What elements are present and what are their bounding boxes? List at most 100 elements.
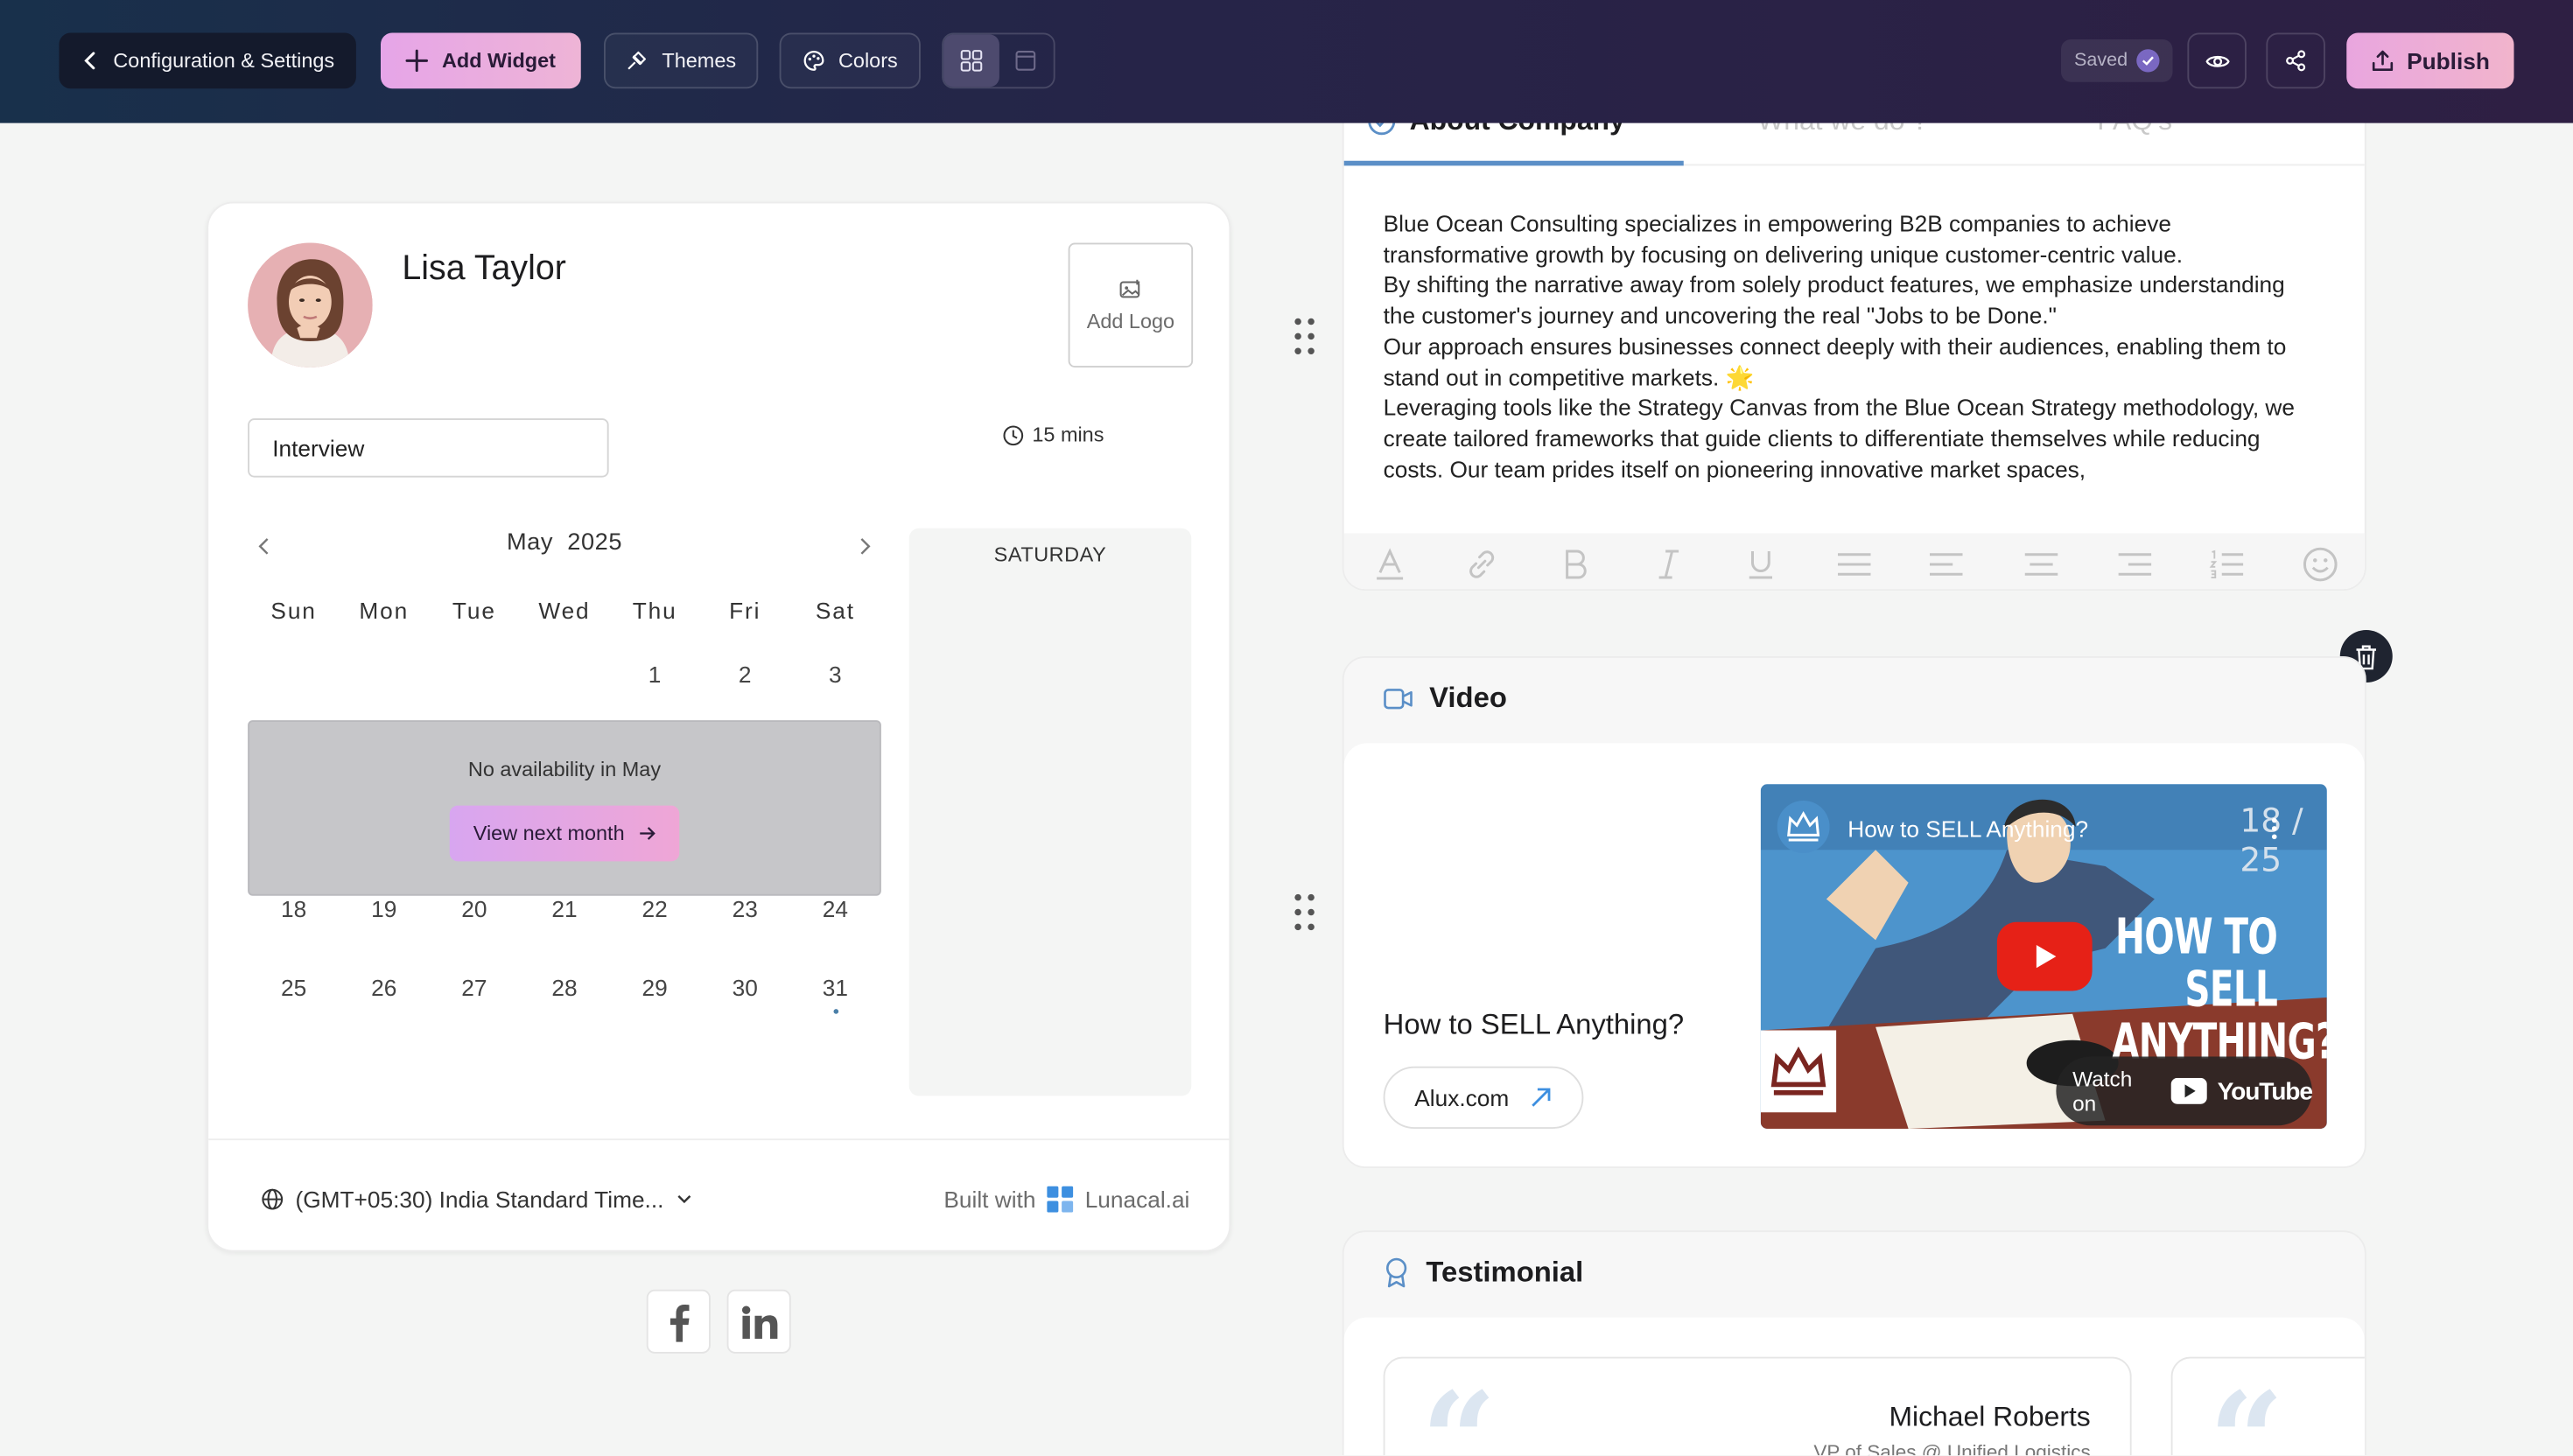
lunacal-logo-icon xyxy=(1047,1186,1074,1213)
chevron-right-icon xyxy=(860,538,871,555)
about-text-editor[interactable]: Blue Ocean Consulting specializes in emp… xyxy=(1384,208,2316,487)
calendar-day[interactable]: 23 xyxy=(699,896,791,922)
watch-on-youtube-button[interactable]: Watch on YouTube xyxy=(2056,1056,2313,1126)
duration: 15 mins xyxy=(1003,424,1104,446)
video-widget: Video How to SELL Anything? Alux.com How… xyxy=(1342,656,2366,1168)
video-heading-label: Video xyxy=(1429,681,1507,714)
calendar-day[interactable]: 20 xyxy=(428,896,520,922)
calendar-day[interactable]: 26 xyxy=(338,975,430,1001)
top-bar: Configuration & Settings Add Widget Them… xyxy=(0,0,2573,123)
timezone-select[interactable]: (GMT+05:30) India Standard Time... xyxy=(261,1186,691,1213)
brand-link[interactable]: Lunacal.ai xyxy=(1085,1186,1190,1213)
about-paragraph: By shifting the narrative away from sole… xyxy=(1383,271,2285,329)
weekday-wed: Wed xyxy=(538,597,591,624)
share-button[interactable] xyxy=(2266,32,2325,89)
themes-icon xyxy=(628,51,647,70)
calendar-day[interactable]: 24 xyxy=(789,896,881,922)
colors-button[interactable]: Colors xyxy=(779,32,921,89)
previous-month-button[interactable] xyxy=(248,530,281,564)
thumbnail-line: HOW TO SELL xyxy=(2115,908,2278,1019)
align-right-icon[interactable] xyxy=(2117,546,2153,582)
link-icon[interactable] xyxy=(1464,546,1500,582)
add-widget-button[interactable]: Add Widget xyxy=(381,32,581,89)
align-center-icon[interactable] xyxy=(2023,546,2059,582)
calendar-day[interactable]: 22 xyxy=(609,896,701,922)
text-color-icon[interactable] xyxy=(1372,546,1408,582)
testimonial-card: “ Michael Roberts VP of Sales @ Unified … xyxy=(1383,1356,2132,1456)
grid-icon xyxy=(960,50,982,72)
next-month-button[interactable] xyxy=(848,530,881,564)
more-vertical-icon[interactable] xyxy=(2271,817,2278,840)
calendar-day[interactable]: 3 xyxy=(789,662,881,688)
single-view-button[interactable] xyxy=(999,34,1054,87)
emoji-icon[interactable] xyxy=(2303,546,2338,582)
facebook-button[interactable] xyxy=(646,1289,711,1354)
linkedin-button[interactable] xyxy=(726,1289,791,1354)
bold-icon[interactable] xyxy=(1557,546,1593,582)
preview-button[interactable] xyxy=(2187,32,2247,89)
calendar-day[interactable]: 21 xyxy=(519,896,611,922)
quote-icon: “ xyxy=(2208,1363,2285,1456)
underline-icon[interactable] xyxy=(1742,546,1778,582)
testimonial-heading: Testimonial xyxy=(1384,1255,1583,1289)
publish-button[interactable]: Publish xyxy=(2346,32,2514,89)
calendar-day-today[interactable]: 31 xyxy=(789,975,881,1001)
calendar-day[interactable]: 25 xyxy=(248,975,340,1001)
chevron-left-icon xyxy=(258,538,269,555)
meeting-type-field[interactable]: Interview xyxy=(248,418,609,478)
calendar-day[interactable]: 30 xyxy=(699,975,791,1001)
drag-handle-icon[interactable] xyxy=(1294,892,1316,932)
add-logo-button[interactable]: Add Logo xyxy=(1068,242,1194,368)
ordered-list-icon[interactable] xyxy=(2209,546,2245,582)
chevron-down-icon xyxy=(677,1195,691,1204)
drag-handle-icon[interactable] xyxy=(1294,317,1316,356)
palette-icon xyxy=(803,50,824,71)
view-next-month-button[interactable]: View next month xyxy=(449,805,680,862)
formatting-toolbar xyxy=(1343,533,2365,590)
weekday-fri: Fri xyxy=(729,597,761,624)
play-button[interactable] xyxy=(1996,921,2093,991)
youtube-wordmark: YouTube xyxy=(2217,1076,2313,1105)
calendar-day[interactable]: 2 xyxy=(699,662,791,688)
themes-button[interactable]: Themes xyxy=(604,32,759,89)
calendar-month: May xyxy=(506,529,554,556)
avatar xyxy=(248,242,373,368)
card-divider xyxy=(208,1138,1230,1141)
about-paragraph: Leveraging tools like the Strategy Canva… xyxy=(1383,394,2295,482)
calendar-day[interactable]: 27 xyxy=(428,975,520,1001)
calendar-day[interactable]: 29 xyxy=(609,975,701,1001)
calendar-day[interactable]: 19 xyxy=(338,896,430,922)
back-to-settings-button[interactable]: Configuration & Settings xyxy=(59,32,356,89)
grid-view-button[interactable] xyxy=(943,34,999,88)
check-icon xyxy=(2135,49,2159,73)
youtube-player[interactable]: How to SELL Anything? 18 / 25 HOW TO SEL… xyxy=(1760,784,2327,1129)
built-with: Built with Lunacal.ai xyxy=(943,1186,1189,1213)
back-to-settings-label: Configuration & Settings xyxy=(113,49,335,73)
player-counter: 18 / 25 xyxy=(2240,801,2303,879)
testimonial-body: “ Michael Roberts VP of Sales @ Unified … xyxy=(1343,1317,2365,1456)
time-slot-panel: SATURDAY xyxy=(908,528,1192,1096)
calendar-month-year: May 2025 xyxy=(438,530,691,556)
calendar-day[interactable]: 1 xyxy=(609,662,701,688)
award-icon xyxy=(1386,1257,1407,1288)
no-availability-message: No availability in May xyxy=(467,758,662,781)
calendar-day[interactable]: 28 xyxy=(519,975,611,1001)
linkedin-icon xyxy=(741,1305,777,1339)
align-left-icon[interactable] xyxy=(1928,546,1964,582)
video-camera-icon xyxy=(1384,688,1413,709)
host-name: Lisa Taylor xyxy=(402,249,566,288)
arrow-right-icon xyxy=(639,827,656,840)
weekday-thu: Thu xyxy=(632,597,677,624)
justify-icon[interactable] xyxy=(1836,546,1872,582)
calendar-day[interactable]: 18 xyxy=(248,896,340,922)
about-paragraph: Blue Ocean Consulting specializes in emp… xyxy=(1383,210,2184,268)
about-paragraph: Our approach ensures businesses connect … xyxy=(1383,332,2287,390)
eye-icon xyxy=(2205,54,2229,66)
channel-avatar xyxy=(1777,801,1830,853)
weekday-sat: Sat xyxy=(815,597,855,624)
built-with-label: Built with xyxy=(943,1186,1036,1213)
testimonial-name: Michael Roberts xyxy=(1889,1401,2091,1432)
image-add-icon xyxy=(1119,278,1140,298)
video-source-link[interactable]: Alux.com xyxy=(1383,1066,1583,1129)
italic-icon[interactable] xyxy=(1651,546,1686,582)
